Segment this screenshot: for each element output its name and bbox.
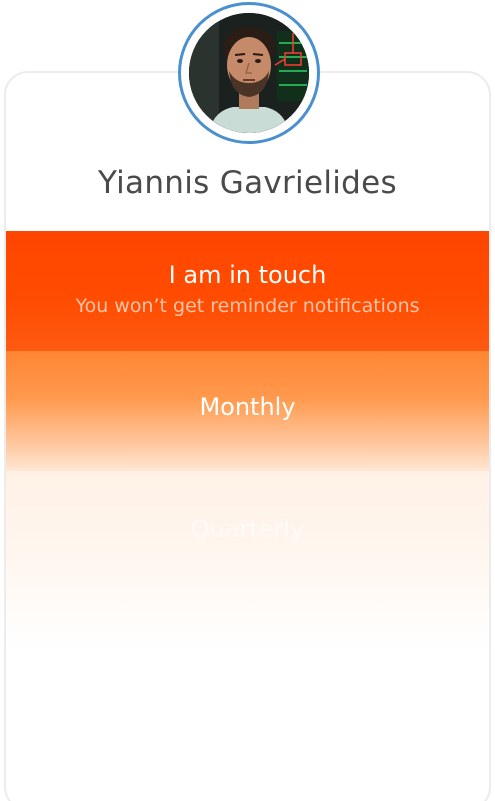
contact-name: Yiannis Gavrielides: [98, 165, 397, 201]
option-monthly[interactable]: Monthly: [6, 351, 489, 471]
screen: Yiannis Gavrielides I am in touch You wo…: [0, 0, 495, 801]
option-quarterly[interactable]: Quarterly: [6, 471, 489, 651]
profile-photo: [189, 13, 309, 133]
option-label: Monthly: [199, 393, 296, 421]
option-sublabel: You won’t get reminder notifications: [75, 295, 420, 317]
option-label: Quarterly: [190, 515, 305, 543]
contact-card: Yiannis Gavrielides I am in touch You wo…: [4, 71, 491, 801]
option-label: I am in touch: [168, 261, 327, 289]
avatar-ring: [178, 2, 320, 144]
avatar[interactable]: [189, 13, 309, 133]
option-in-touch[interactable]: I am in touch You won’t get reminder not…: [6, 231, 489, 351]
